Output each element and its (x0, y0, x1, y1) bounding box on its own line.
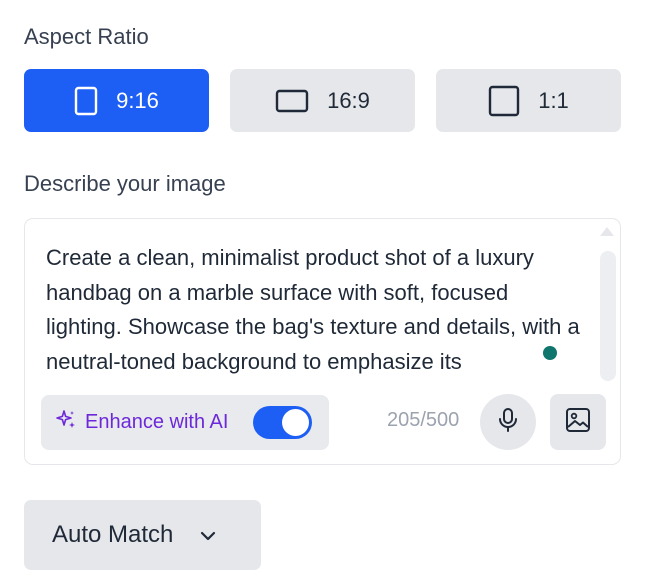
scroll-up-arrow[interactable] (600, 227, 614, 236)
ratio-1-1-button[interactable]: 1:1 (436, 69, 621, 132)
ratio-16-9-button[interactable]: 16:9 (230, 69, 415, 132)
image-upload-button[interactable] (550, 394, 606, 450)
auto-match-dropdown[interactable]: Auto Match (24, 500, 261, 570)
ratio-9-16-button[interactable]: 9:16 (24, 69, 209, 132)
describe-label: Describe your image (24, 171, 226, 196)
auto-match-label: Auto Match (52, 521, 174, 548)
prompt-box: Create a clean, minimalist product shot … (24, 218, 621, 465)
image-icon (565, 407, 591, 438)
ratio-1-1-label: 1:1 (538, 87, 569, 113)
enhance-with-ai-control[interactable]: Enhance with AI (41, 395, 329, 450)
enhance-toggle[interactable] (253, 406, 312, 439)
landscape-rect-icon (275, 89, 309, 113)
scrollbar[interactable] (600, 251, 616, 381)
portrait-rect-icon (74, 86, 98, 116)
square-icon (488, 85, 520, 117)
enhance-label: Enhance with AI (85, 411, 229, 433)
ratio-9-16-label: 9:16 (116, 87, 159, 113)
microphone-button[interactable] (480, 394, 536, 450)
sparkle-icon (55, 409, 77, 436)
char-count: 205/500 (387, 409, 460, 431)
cursor-marker (543, 346, 557, 360)
aspect-ratio-label: Aspect Ratio (24, 24, 149, 49)
prompt-textarea[interactable]: Create a clean, minimalist product shot … (46, 241, 586, 381)
ratio-16-9-label: 16:9 (327, 87, 370, 113)
toggle-knob (282, 409, 309, 436)
microphone-icon (497, 407, 519, 438)
chevron-down-icon (199, 521, 217, 549)
